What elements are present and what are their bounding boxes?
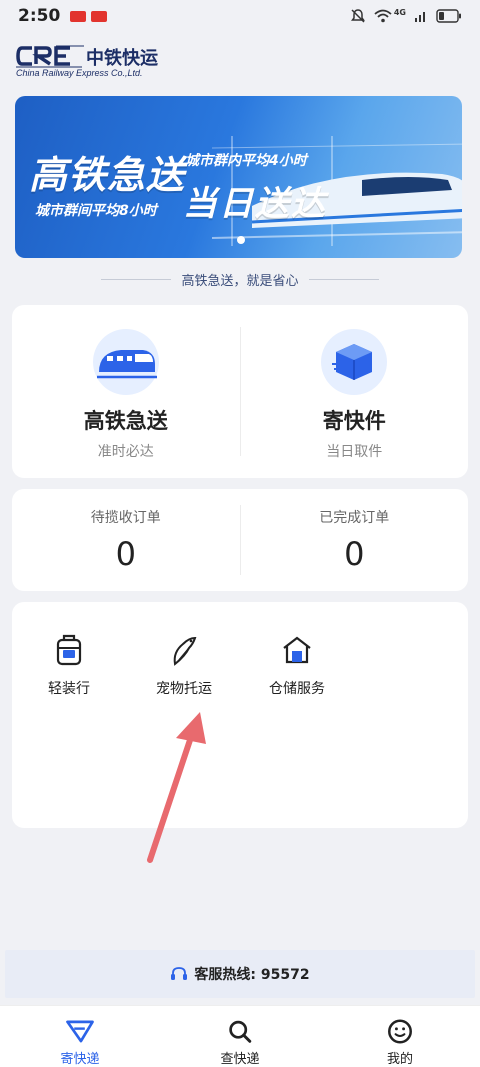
service-subtitle: 当日取件 <box>326 444 383 460</box>
warehouse-icon <box>283 636 311 664</box>
status-indicators: 4G <box>350 8 462 24</box>
tab-label: 我的 <box>386 1052 413 1067</box>
service-send-parcel[interactable]: 寄快件 当日取件 <box>241 305 469 478</box>
order-completed[interactable]: 已完成订单 0 <box>241 489 469 591</box>
cre-logo-icon <box>16 45 84 68</box>
hotline-text: 客服热线: 95572 <box>194 967 310 983</box>
backpack-icon <box>56 634 82 666</box>
order-pending-pickup[interactable]: 待揽收订单 0 <box>12 489 240 591</box>
services-card: 高铁急送 准时必达 寄快件 当日取件 <box>12 305 468 478</box>
bird-icon <box>173 636 197 666</box>
tool-warehousing[interactable]: 仓储服务 <box>247 634 347 698</box>
service-express-rail[interactable]: 高铁急送 准时必达 <box>12 305 240 478</box>
network-type: 4G <box>393 7 406 17</box>
banner-subline-bottom: 城市群间平均8小时 <box>35 203 157 219</box>
customer-hotline[interactable]: 客服热线: 95572 <box>5 950 475 998</box>
app-notification-icon <box>70 10 87 22</box>
app-notification-icon <box>91 10 108 22</box>
wifi-icon <box>374 9 392 23</box>
send-icon <box>66 1020 94 1043</box>
headset-icon <box>171 967 188 980</box>
slogan: 高铁急送，就是省心 <box>0 270 480 289</box>
search-icon <box>229 1020 252 1043</box>
tab-label: 查快递 <box>220 1052 260 1067</box>
logo-text-cn: 中铁快运 <box>86 48 158 69</box>
train-icon <box>92 329 159 395</box>
status-time: 2:50 <box>18 6 61 26</box>
bottom-tab-bar: 寄快递 查快递 我的 <box>0 1005 480 1067</box>
divider <box>101 279 172 280</box>
service-subtitle: 准时必达 <box>97 444 154 460</box>
status-app-badges <box>70 10 108 22</box>
signal-icon <box>415 12 425 22</box>
package-icon <box>321 329 388 395</box>
tab-label: 寄快递 <box>60 1052 100 1067</box>
tab-profile[interactable]: 我的 <box>320 1006 480 1067</box>
order-count: 0 <box>344 535 365 573</box>
order-label: 待揽收订单 <box>90 510 161 526</box>
tab-track[interactable]: 查快递 <box>160 1006 320 1067</box>
slogan-text: 高铁急送，就是省心 <box>181 274 299 289</box>
banner-headline-left: 高铁急送 <box>29 153 186 197</box>
order-count: 0 <box>115 535 136 573</box>
divider <box>308 279 379 280</box>
tool-label: 轻装行 <box>48 681 90 697</box>
brand-logo: 中铁快运 China Railway Express Co.,Ltd. <box>16 44 176 84</box>
tool-light-travel[interactable]: 轻装行 <box>19 634 119 698</box>
tool-label: 宠物托运 <box>156 681 212 697</box>
order-label: 已完成订单 <box>319 510 390 526</box>
tool-label: 仓储服务 <box>269 681 325 697</box>
annotation-arrow-icon <box>147 712 206 863</box>
tool-pet-shipping[interactable]: 宠物托运 <box>134 634 234 698</box>
banner-dot[interactable] <box>237 236 245 244</box>
tab-send[interactable]: 寄快递 <box>0 1006 160 1067</box>
banner-headline-right: 当日送达 <box>183 184 327 224</box>
mute-bell-icon <box>350 9 365 23</box>
smile-icon <box>388 1019 412 1044</box>
orders-card: 待揽收订单 0 已完成订单 0 <box>12 489 468 591</box>
tools-card: 轻装行 宠物托运 仓储服务 <box>12 602 468 828</box>
promo-banner[interactable]: 高铁急送 城市群内平均4小时 当日送达 城市群间平均8小时 <box>15 96 462 258</box>
banner-pagination <box>237 236 245 244</box>
logo-text-en: China Railway Express Co.,Ltd. <box>16 68 143 78</box>
status-bar: 2:50 4G <box>0 0 480 32</box>
service-title: 寄快件 <box>322 409 386 433</box>
banner-subline-top: 城市群内平均4小时 <box>185 153 307 169</box>
service-title: 高铁急送 <box>83 409 168 433</box>
battery-icon <box>436 9 461 23</box>
